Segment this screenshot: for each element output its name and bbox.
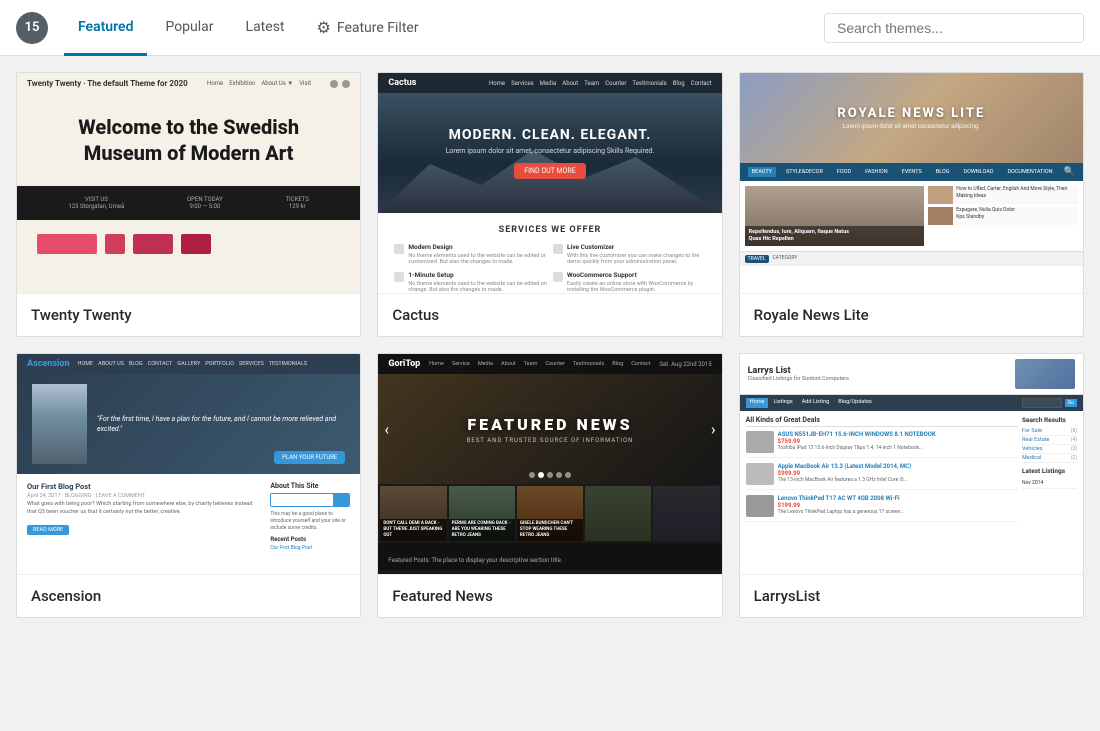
tab-latest[interactable]: Latest — [232, 1, 299, 56]
theme-thumbnail: ROYALE NEWS LITE Lorem ipsum dolor sit a… — [740, 73, 1083, 293]
theme-card-royale[interactable]: ROYALE NEWS LITE Lorem ipsum dolor sit a… — [739, 72, 1084, 337]
tab-bar: 15 Featured Popular Latest ⚙ Feature Fil… — [0, 0, 1100, 56]
search-input[interactable] — [824, 13, 1084, 43]
theme-grid: Twenty Twenty · The default Theme for 20… — [0, 56, 1100, 634]
gear-icon: ⚙ — [317, 18, 331, 37]
tt-hero-heading: Welcome to the SwedishMuseum of Modern A… — [47, 114, 330, 166]
theme-name-royale: Royale News Lite — [740, 293, 1083, 336]
theme-name-ascension: Ascension — [17, 574, 360, 617]
theme-name-featured-news: Featured News — [378, 574, 721, 617]
theme-name-larryslist: LarrysList — [740, 574, 1083, 617]
theme-thumbnail: Cactus HomeServicesMediaAboutTeamCounter… — [378, 73, 721, 293]
theme-card-cactus[interactable]: Cactus HomeServicesMediaAboutTeamCounter… — [377, 72, 722, 337]
theme-name-twenty-twenty: Twenty Twenty — [17, 293, 360, 336]
theme-thumbnail: Larrys List Classified Listings for Sunb… — [740, 354, 1083, 574]
theme-card-ascension[interactable]: Ascension HOMEABOUT USBLOGCONTACTGALLERY… — [16, 353, 361, 618]
tabs: Featured Popular Latest ⚙ Feature Filter — [64, 0, 433, 55]
theme-card-larryslist[interactable]: Larrys List Classified Listings for Sunb… — [739, 353, 1084, 618]
theme-thumbnail: GoriTop Home Service Media About Team Co… — [378, 354, 721, 574]
theme-thumbnail: Ascension HOMEABOUT USBLOGCONTACTGALLERY… — [17, 354, 360, 574]
theme-count-badge: 15 — [16, 12, 48, 44]
theme-card-featured-news[interactable]: GoriTop Home Service Media About Team Co… — [377, 353, 722, 618]
theme-thumbnail: Twenty Twenty · The default Theme for 20… — [17, 73, 360, 293]
theme-card-twenty-twenty[interactable]: Twenty Twenty · The default Theme for 20… — [16, 72, 361, 337]
tab-featured[interactable]: Featured — [64, 1, 147, 56]
theme-name-cactus: Cactus — [378, 293, 721, 336]
tab-popular[interactable]: Popular — [151, 1, 227, 56]
royale-search-icon: 🔍 — [1064, 167, 1075, 177]
search-wrap — [824, 13, 1084, 43]
feature-filter-button[interactable]: ⚙ Feature Filter — [303, 0, 433, 55]
